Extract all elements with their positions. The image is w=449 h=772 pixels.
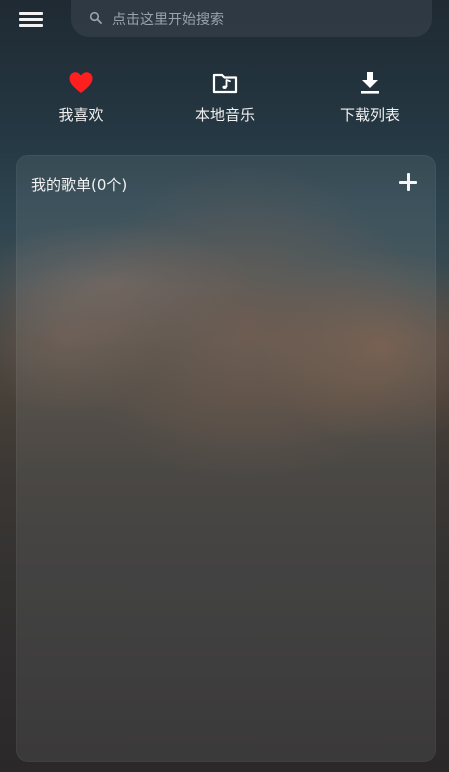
quick-links: 我喜欢 本地音乐 下载列表 (0, 70, 449, 130)
download-icon (361, 72, 379, 94)
add-playlist-button[interactable] (399, 173, 417, 191)
favorites-button[interactable]: 我喜欢 (26, 70, 136, 130)
hamburger-menu-icon (19, 12, 43, 15)
search-placeholder: 点击这里开始搜索 (112, 12, 224, 28)
my-playlists-card: 我的歌单(0个) (16, 155, 436, 762)
local-music-label: 本地音乐 (194, 106, 255, 124)
search-icon (89, 11, 102, 24)
download-list-button[interactable]: 下载列表 (315, 70, 425, 130)
search-input[interactable]: 点击这里开始搜索 (71, 0, 432, 37)
menu-button[interactable] (19, 10, 43, 28)
favorites-label: 我喜欢 (58, 106, 104, 124)
top-bar: 点击这里开始搜索 (0, 0, 449, 40)
heart-icon (69, 72, 93, 93)
playlists-title: 我的歌单(0个) (31, 176, 128, 194)
local-music-button[interactable]: 本地音乐 (170, 70, 280, 130)
music-folder-icon (212, 73, 238, 94)
download-list-label: 下载列表 (339, 106, 400, 124)
